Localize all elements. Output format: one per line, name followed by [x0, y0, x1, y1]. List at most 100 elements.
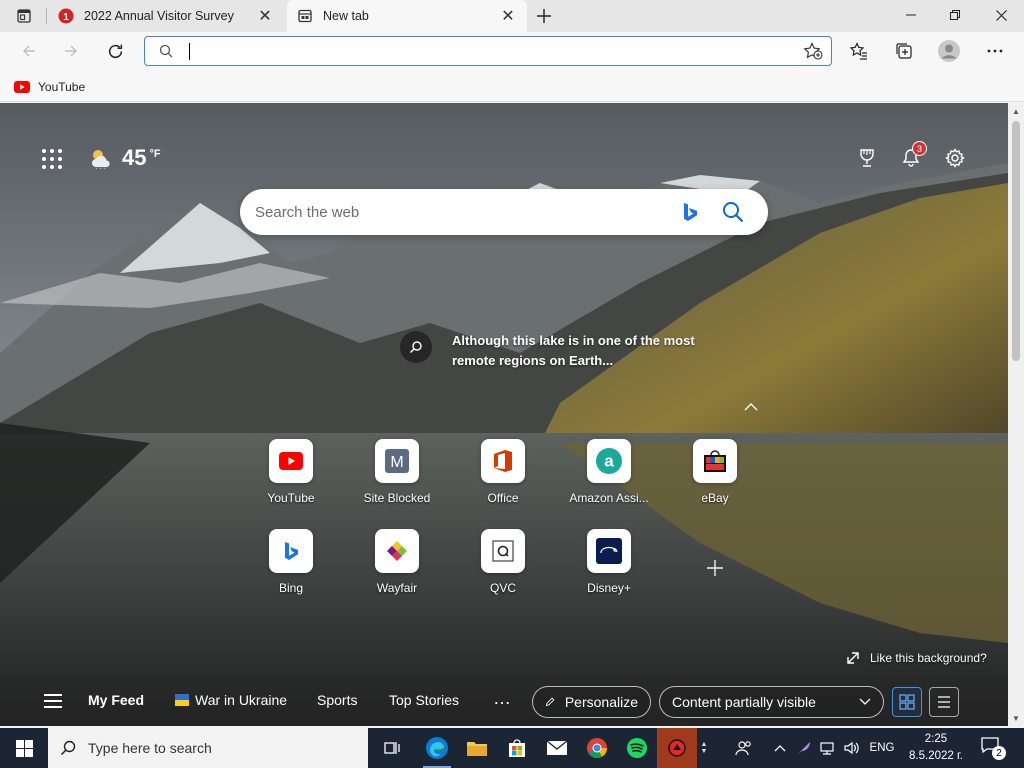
pen-workspace-button[interactable]	[794, 728, 814, 768]
svg-text:1: 1	[63, 12, 69, 23]
bing-icon	[684, 203, 697, 221]
add-quick-link-button[interactable]	[703, 556, 727, 580]
quick-link-youtube[interactable]: YouTube	[246, 439, 336, 519]
notifications-button[interactable]: 3	[898, 141, 927, 171]
new-tab-page: 45 °F 3 Although this lake is in one of …	[0, 103, 1008, 726]
chevron-down-icon[interactable]: ▼	[701, 748, 708, 755]
scrollbar-thumb[interactable]	[1012, 121, 1020, 361]
favorites-bar: YouTube	[0, 70, 1024, 102]
quick-link-amazon-assistant[interactable]: a Amazon Assi...	[564, 439, 654, 519]
input-language-button[interactable]: ENG	[866, 728, 898, 768]
chevron-up-icon[interactable]: ▲	[701, 741, 708, 748]
restore-button[interactable]	[932, 0, 978, 30]
taskbar-edge[interactable]	[417, 728, 457, 768]
add-favorite-star-icon[interactable]	[803, 42, 823, 60]
back-arrow-icon	[23, 45, 35, 57]
feed-menu-button[interactable]	[44, 694, 62, 708]
taskbar-scroll-buttons[interactable]: ▲ ▼	[696, 728, 712, 768]
list-layout-button[interactable]	[929, 687, 959, 717]
feed-tab-sports[interactable]: Sports	[317, 692, 357, 708]
favorite-label: YouTube	[38, 80, 86, 94]
tab-new-tab[interactable]: New tab ✕	[287, 0, 527, 32]
bing-visual-search-button[interactable]	[678, 200, 702, 224]
scroll-down-arrow-icon[interactable]: ▼	[1008, 710, 1024, 726]
close-tab-icon[interactable]: ✕	[499, 7, 517, 25]
collapse-button[interactable]	[743, 401, 759, 413]
feed-more-button[interactable]: …	[493, 688, 511, 709]
plus-icon	[537, 9, 551, 23]
quick-link-ebay[interactable]: eBay	[670, 439, 760, 519]
quick-link-icon-box	[375, 529, 419, 573]
taskbar-store[interactable]	[497, 728, 537, 768]
feed-tab-my-feed[interactable]: My Feed	[88, 692, 144, 708]
weather-widget[interactable]: 45 °F	[88, 143, 161, 173]
quick-link-disney-plus[interactable]: Disney+	[564, 529, 654, 609]
edge-browser-icon	[426, 737, 448, 759]
clock[interactable]: 2:25 8.5.2022 г.	[900, 731, 972, 765]
personalize-button[interactable]: Personalize	[532, 686, 651, 718]
tab-actions-menu-button[interactable]	[8, 4, 40, 28]
feather-pen-icon	[798, 742, 810, 754]
search-submit-button[interactable]	[720, 199, 746, 225]
collections-icon	[896, 43, 912, 59]
quick-link-icon-box: M	[375, 439, 419, 483]
favorite-youtube[interactable]: YouTube	[10, 76, 89, 98]
quick-link-label: Site Blocked	[363, 491, 431, 505]
taskbar-chrome[interactable]	[577, 728, 617, 768]
taskbar-app-red[interactable]	[657, 728, 697, 768]
temperature-unit: °F	[149, 148, 161, 160]
taskbar-file-explorer[interactable]	[457, 728, 497, 768]
quick-link-label: Bing	[278, 581, 304, 595]
favorites-button[interactable]	[844, 36, 874, 66]
svg-text:a: a	[604, 452, 614, 471]
tab-visitor-survey[interactable]: 1 2022 Annual Visitor Survey ✕	[48, 0, 284, 32]
scroll-up-arrow-icon[interactable]: ▲	[1008, 103, 1024, 119]
back-button[interactable]	[14, 36, 44, 66]
feed-tab-war-in-ukraine[interactable]: War in Ukraine	[175, 692, 287, 708]
profile-button[interactable]	[934, 36, 964, 66]
show-hidden-icons-button[interactable]	[770, 728, 790, 768]
quick-link-wayfair[interactable]: Wayfair	[352, 529, 442, 609]
action-center-button[interactable]: 2	[980, 736, 1006, 762]
network-icon	[820, 742, 834, 755]
web-search-input[interactable]	[255, 199, 655, 225]
network-button[interactable]	[818, 728, 838, 768]
address-input[interactable]	[189, 40, 789, 62]
like-background-button[interactable]: Like this background?	[846, 651, 987, 665]
forward-button[interactable]	[56, 36, 86, 66]
task-view-button[interactable]	[372, 728, 412, 768]
rewards-button[interactable]	[854, 145, 880, 171]
app-launcher-button[interactable]	[40, 147, 64, 171]
start-button[interactable]	[0, 728, 48, 768]
close-window-button[interactable]	[978, 0, 1024, 30]
quick-link-site-blocked[interactable]: M Site Blocked	[352, 439, 442, 519]
taskbar-search-box[interactable]: Type here to search	[48, 728, 368, 768]
minimize-button[interactable]	[888, 0, 934, 30]
close-tab-icon[interactable]: ✕	[256, 7, 274, 25]
quick-link-icon-box	[587, 529, 631, 573]
hamburger-line	[44, 694, 62, 696]
feed-tab-top-stories[interactable]: Top Stories	[389, 692, 459, 708]
people-button[interactable]	[732, 728, 756, 768]
volume-button[interactable]	[842, 728, 862, 768]
image-info-button[interactable]	[400, 331, 432, 363]
taskbar-mail[interactable]	[537, 728, 577, 768]
quick-link-bing[interactable]: Bing	[246, 529, 336, 609]
rewards-trophy-icon	[860, 149, 874, 167]
address-bar[interactable]	[144, 36, 832, 66]
background-caption[interactable]: Although this lake is in one of the most…	[400, 331, 720, 371]
content-visibility-dropdown[interactable]: Content partially visible	[659, 686, 884, 718]
grid-layout-button[interactable]	[892, 687, 922, 717]
page-settings-button[interactable]	[942, 145, 968, 171]
new-tab-button[interactable]	[531, 4, 557, 28]
caption-text: Although this lake is in one of the most…	[452, 333, 695, 368]
taskbar-spotify[interactable]	[617, 728, 657, 768]
collections-button[interactable]	[889, 36, 919, 66]
quick-link-qvc[interactable]: QVC	[458, 529, 548, 609]
clock-date: 8.5.2022 г.	[909, 750, 963, 762]
quick-link-office[interactable]: Office	[458, 439, 548, 519]
settings-and-more-button[interactable]	[980, 36, 1010, 66]
refresh-button[interactable]	[100, 36, 130, 66]
vertical-scrollbar[interactable]: ▲ ▼	[1008, 103, 1024, 726]
web-search-box[interactable]	[240, 189, 768, 235]
